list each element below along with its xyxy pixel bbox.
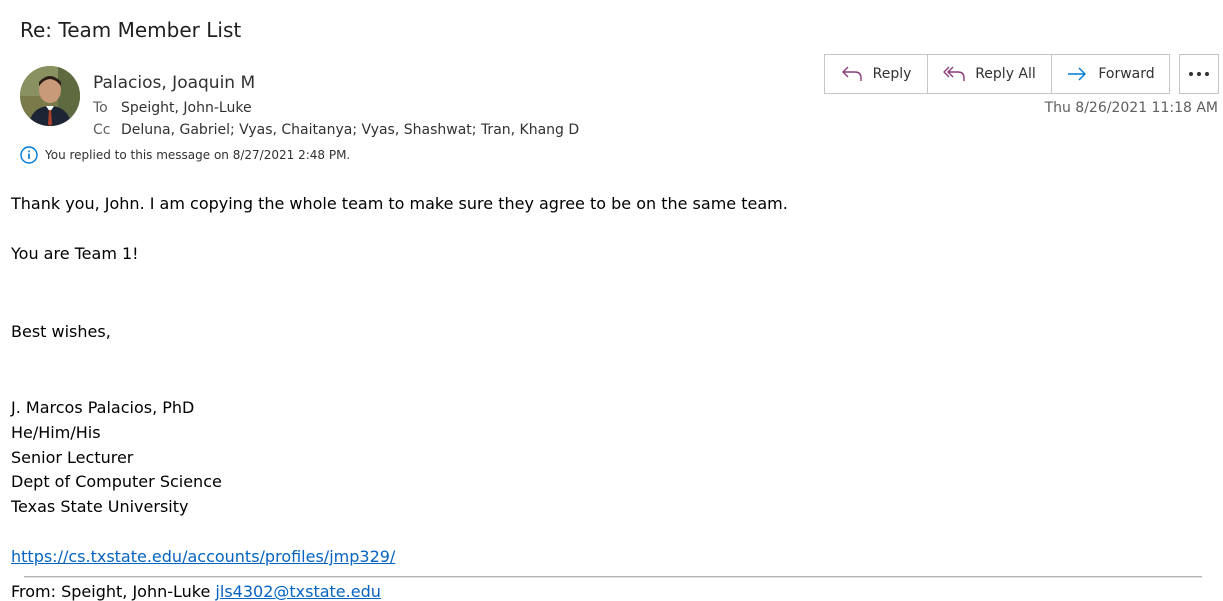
signature-department: Dept of Computer Science [11,472,222,491]
message-actions: Reply Reply All Forward [824,54,1170,94]
body-line-thanks: Thank you, John. I am copying the whole … [11,194,788,213]
info-icon [20,146,38,164]
sender-avatar[interactable] [20,66,80,126]
signature-university: Texas State University [11,497,189,516]
quoted-from: From: Speight, John-Luke [11,582,216,601]
avatar-photo [20,66,80,126]
to-recipient[interactable]: Speight, John-Luke [121,100,252,116]
to-label: To [93,100,108,116]
forward-button[interactable]: Forward [1051,55,1169,93]
reply-all-label: Reply All [975,66,1036,82]
quoted-header: From: Speight, John-Luke jls4302@txstate… [11,582,381,601]
signature-pronouns: He/Him/His [11,423,101,442]
profile-link[interactable]: https://cs.txstate.edu/accounts/profiles… [11,547,395,566]
reply-all-button[interactable]: Reply All [927,55,1051,93]
to-row: To Speight, John-Luke [93,100,252,116]
message-subject: Re: Team Member List [20,18,242,42]
forward-label: Forward [1098,66,1155,82]
replied-notice-text: You replied to this message on 8/27/2021… [45,148,351,162]
quoted-from-email[interactable]: jls4302@txstate.edu [215,582,380,601]
quoted-divider [24,576,1202,578]
cc-row: Cc Deluna, Gabriel; Vyas, Chaitanya; Vyas… [93,122,579,138]
ellipsis-icon [1189,72,1209,76]
replied-notice: You replied to this message on 8/27/2021… [20,146,350,164]
message-timestamp: Thu 8/26/2021 11:18 AM [1044,100,1218,116]
signature-title: Senior Lecturer [11,448,134,467]
reply-all-icon [943,66,965,81]
sender-name[interactable]: Palacios, Joaquin M [93,73,255,93]
reply-label: Reply [872,66,912,82]
reply-button[interactable]: Reply [825,55,927,93]
cc-recipients[interactable]: Deluna, Gabriel; Vyas, Chaitanya; Vyas, … [121,122,579,138]
forward-icon [1068,67,1087,81]
signature-name: J. Marcos Palacios, PhD [11,398,195,417]
cc-label: Cc [93,122,111,138]
body-line-team: You are Team 1! [11,244,139,263]
body-closing: Best wishes, [11,322,111,341]
reply-icon [841,66,862,81]
more-actions-button[interactable] [1179,54,1219,94]
